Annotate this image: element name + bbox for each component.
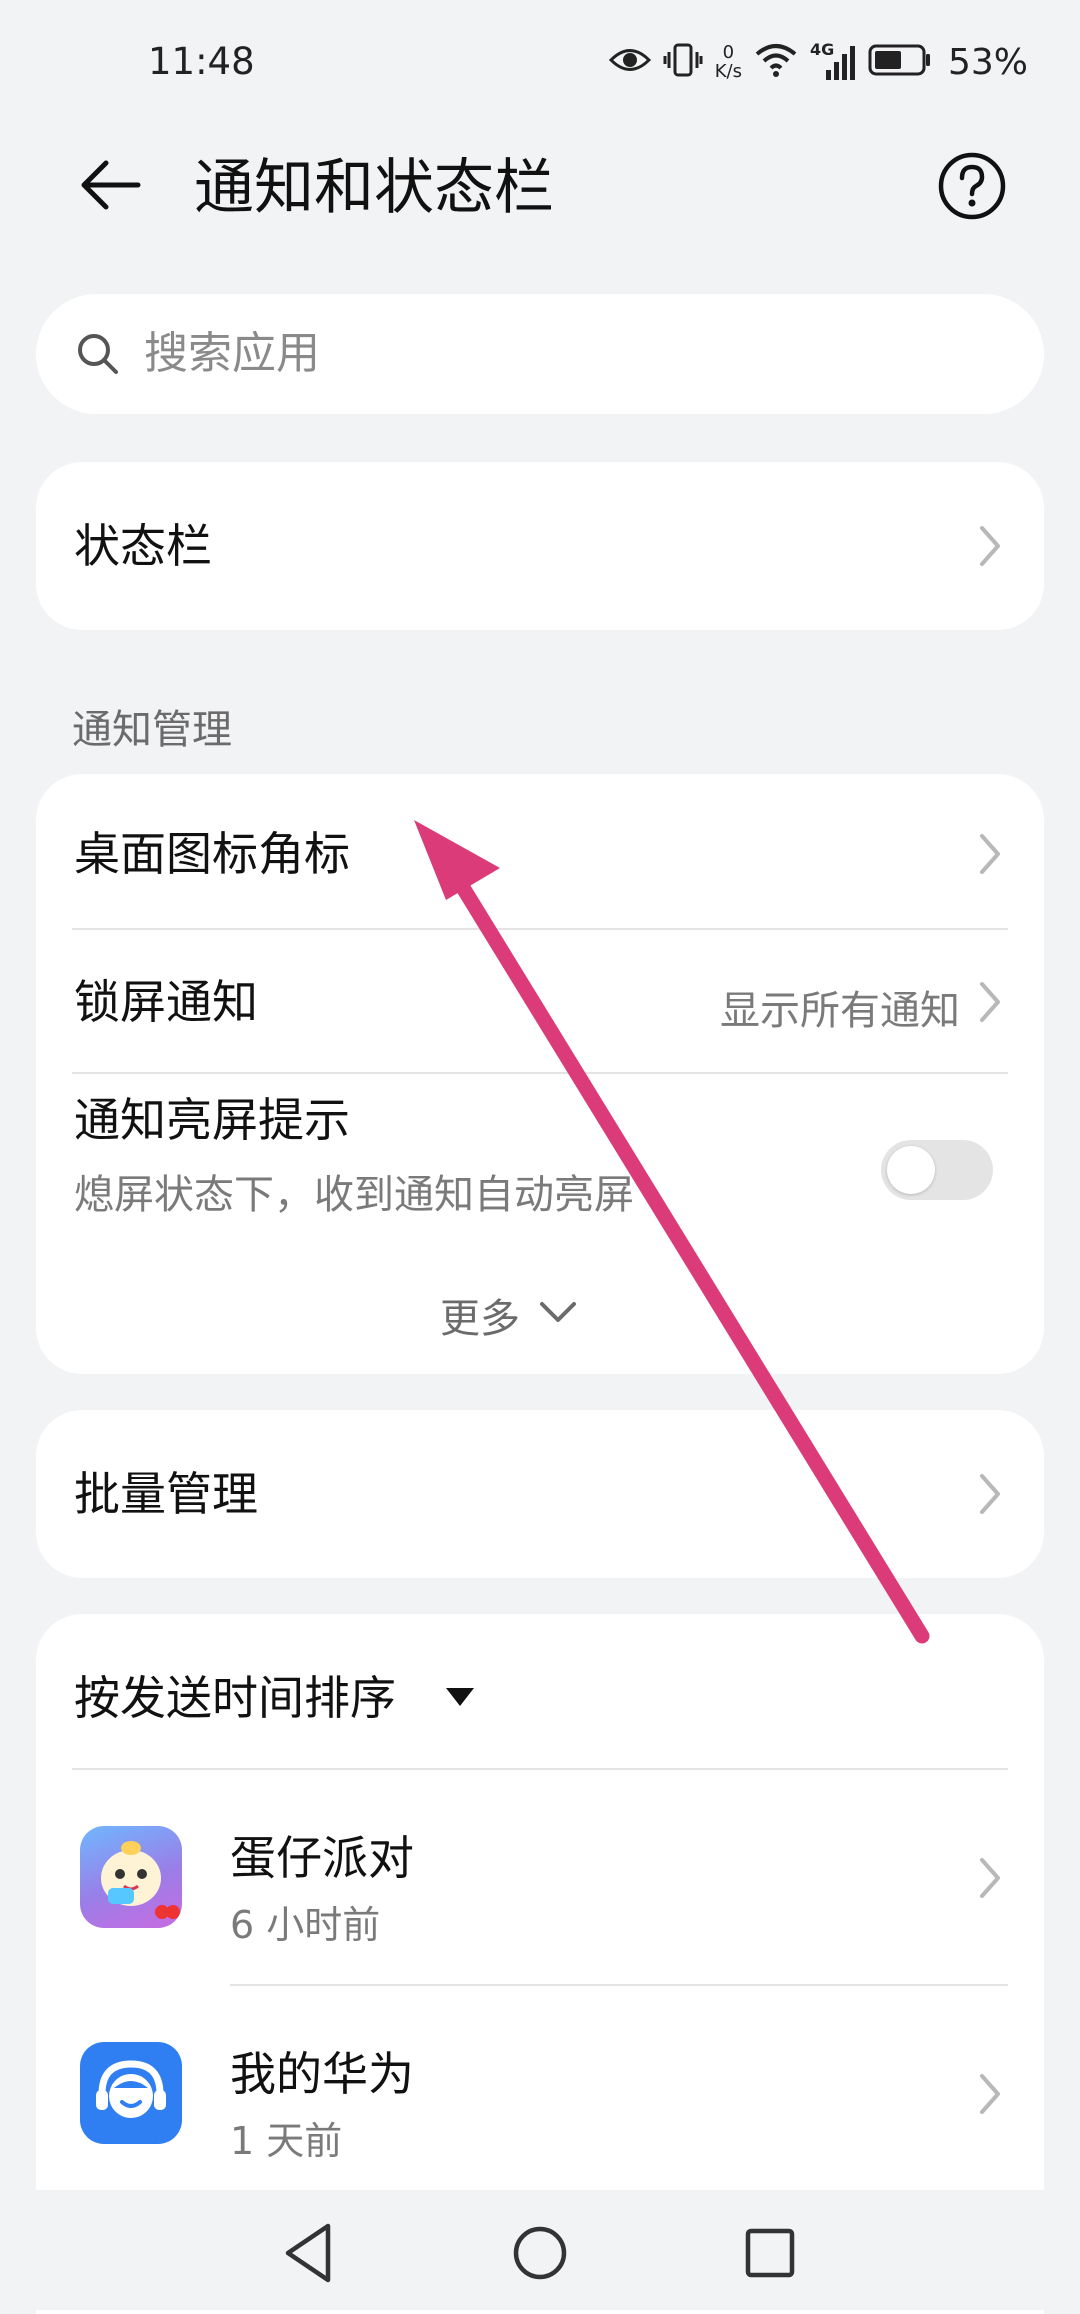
help-icon: [938, 152, 1006, 220]
lockscreen-row-value: 显示所有通知: [720, 988, 960, 1034]
chevron-right-icon: [980, 1474, 1000, 1514]
vibrate-icon: [663, 42, 703, 82]
wake-screen-row: 通知亮屏提示 熄屏状态下，收到通知自动亮屏: [36, 1074, 1044, 1234]
more-label: 更多: [440, 1296, 520, 1342]
chevron-right-icon: [980, 526, 1000, 566]
chevron-right-icon: [980, 834, 1000, 874]
battery-percent: 53%: [947, 41, 1028, 83]
lockscreen-row-label: 锁屏通知: [74, 975, 258, 1029]
app-row-my-huawei[interactable]: 我的华为 1 天前: [36, 1986, 1044, 2200]
caret-down-icon: [446, 1688, 474, 1706]
search-input[interactable]: 搜索应用: [144, 322, 320, 386]
nav-recents-button[interactable]: [730, 2220, 810, 2286]
app-name: 我的华为: [230, 2047, 414, 2101]
status-bar-row-label: 状态栏: [74, 519, 212, 573]
wake-screen-row-subtitle: 熄屏状态下，收到通知自动亮屏: [74, 1172, 634, 1218]
triangle-back-icon: [285, 2223, 331, 2283]
batch-row-label: 批量管理: [74, 1467, 258, 1521]
app-name: 蛋仔派对: [230, 1831, 414, 1885]
nav-back-button[interactable]: [270, 2220, 350, 2286]
status-bar-settings-card[interactable]: 状态栏: [36, 462, 1044, 630]
my-huawei-app-icon: [80, 2042, 182, 2144]
status-bar: 11:48 0 K/s 4G 53%: [0, 0, 1080, 130]
badge-row[interactable]: 桌面图标角标: [36, 774, 1044, 930]
wifi-icon: [754, 42, 798, 82]
sort-dropdown[interactable]: 按发送时间排序: [36, 1614, 636, 1770]
square-recents-icon: [745, 2228, 795, 2278]
net-speed-unit: K/s: [714, 61, 742, 82]
search-icon: [78, 334, 118, 374]
battery-icon: [868, 43, 932, 81]
eggy-party-app-icon: [80, 1826, 182, 1928]
search-bar[interactable]: 搜索应用: [36, 294, 1044, 414]
toggle-knob: [887, 1146, 935, 1194]
app-row-eggy-party[interactable]: 蛋仔派对 6 小时前: [36, 1770, 1044, 1984]
batch-management-card[interactable]: 批量管理: [36, 1410, 1044, 1578]
eye-comfort-icon: [608, 45, 651, 79]
wake-screen-toggle[interactable]: [881, 1140, 993, 1200]
page-title: 通知和状态栏: [194, 153, 554, 223]
sort-label: 按发送时间排序: [74, 1671, 396, 1725]
more-button[interactable]: 更多: [440, 1278, 640, 1342]
app-last-notified: 6 小时前: [230, 1903, 381, 1947]
status-time: 11:48: [148, 40, 255, 83]
help-button[interactable]: [936, 150, 1008, 222]
lockscreen-row[interactable]: 锁屏通知 显示所有通知: [36, 930, 1044, 1074]
app-last-notified: 1 天前: [230, 2119, 343, 2163]
system-navigation-bar: [0, 2190, 1080, 2310]
chevron-right-icon: [980, 982, 1000, 1022]
notification-management-card: 桌面图标角标 锁屏通知 显示所有通知 通知亮屏提示 熄屏状态下，收到通知自动亮屏…: [36, 774, 1044, 1374]
net-speed-value: 0: [722, 42, 735, 63]
status-icons: 0 K/s 4G 53%: [608, 38, 1028, 86]
chevron-right-icon: [980, 1858, 1000, 1898]
notification-section-title: 通知管理: [72, 707, 232, 753]
back-arrow-icon: [81, 160, 141, 210]
signal-icon: 4G: [810, 40, 856, 82]
net-speed: 0 K/s: [715, 43, 742, 81]
badge-row-label: 桌面图标角标: [74, 827, 350, 881]
nav-home-button[interactable]: [505, 2220, 575, 2286]
back-button[interactable]: [70, 145, 150, 225]
chevron-down-icon: [540, 1302, 576, 1322]
chevron-right-icon: [980, 2074, 1000, 2114]
wake-screen-row-label: 通知亮屏提示: [74, 1093, 350, 1147]
circle-home-icon: [513, 2226, 567, 2280]
